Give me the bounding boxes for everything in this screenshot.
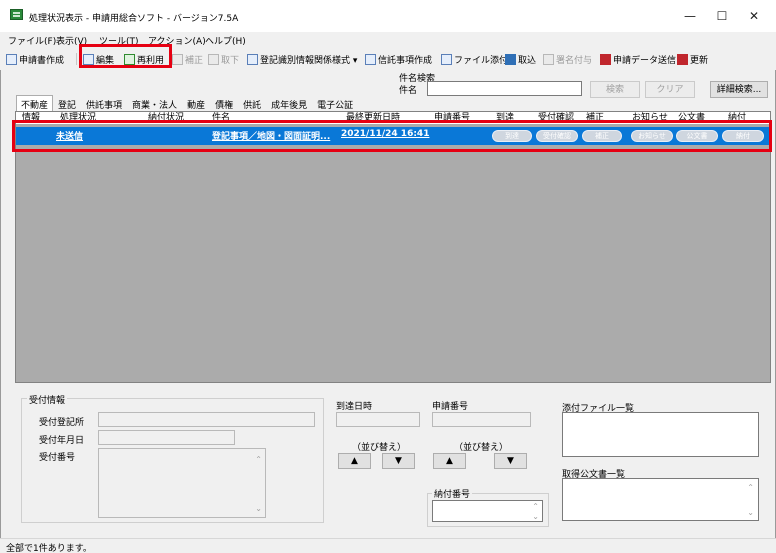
scroll-down-icon[interactable]: ⌄ (255, 504, 262, 513)
status-text: 全部で1件あります。 (6, 544, 92, 553)
sign-icon (543, 53, 554, 65)
document-icon (6, 53, 17, 65)
registration-icon (247, 53, 258, 65)
send-icon (600, 53, 611, 65)
close-button[interactable]: ✕ (740, 6, 768, 26)
send-data-button[interactable]: 申請データ送信 (600, 51, 676, 67)
highlight-edit-reuse (79, 44, 172, 68)
arrival-date-field[interactable] (336, 412, 420, 427)
tab-receivables[interactable]: 債権 (210, 95, 238, 111)
tab-deposit-items[interactable]: 供託事項 (81, 95, 127, 111)
arrival-date-title: 到達日時 (336, 402, 373, 412)
attach-icon (441, 53, 452, 65)
search-button[interactable]: 検索 (590, 81, 640, 98)
refresh-button[interactable]: 更新 (677, 51, 708, 67)
menu-help[interactable]: ヘルプ(H) (205, 34, 246, 47)
documents-scroll-up-icon[interactable]: ⌃ (747, 483, 754, 492)
category-tabs: 不動産 登記 供託事項 商業・法人 動産 債権 供託 成年後見 電子公証 (16, 95, 358, 111)
correct-button[interactable]: 補正 (172, 51, 203, 67)
tab-registration[interactable]: 登記 (53, 95, 81, 111)
reception-number-label: 受付番号 (39, 453, 76, 463)
payment-number-title: 納付番号 (432, 487, 473, 500)
reception-date-field[interactable] (98, 430, 235, 445)
window-title: 処理状況表示 - 申請用総合ソフト - バージョン7.5A (29, 14, 239, 24)
minimize-button[interactable]: — (676, 6, 704, 26)
app-number-sort-down-button[interactable]: ▼ (494, 453, 527, 469)
app-number-title: 申請番号 (432, 402, 469, 412)
trust-icon (365, 53, 376, 65)
reception-office-label: 受付登記所 (39, 418, 85, 428)
attachments-list[interactable] (562, 412, 759, 457)
tab-guardianship[interactable]: 成年後見 (266, 95, 312, 111)
app-icon (10, 9, 23, 20)
refresh-icon (677, 53, 688, 65)
arrival-sort-up-button[interactable]: ▲ (338, 453, 371, 469)
registration-info-dropdown[interactable]: 登記識別情報関係様式 ▾ (247, 51, 357, 67)
search-field-label: 件名 (399, 86, 418, 96)
tab-deposit[interactable]: 供託 (238, 95, 266, 111)
import-icon (505, 53, 516, 65)
reception-number-field[interactable]: ⌃ ⌄ (98, 448, 266, 518)
app-number-sort-label: （並び替え） (454, 443, 509, 453)
clear-button[interactable]: クリア (645, 81, 695, 98)
title-bar: 処理状況表示 - 申請用総合ソフト - バージョン7.5A — ☐ ✕ (0, 0, 776, 32)
highlight-row (12, 120, 772, 152)
documents-list[interactable]: ⌃ ⌄ (562, 478, 759, 521)
create-application-button[interactable]: 申請書作成 (6, 51, 64, 67)
tab-commercial[interactable]: 商業・法人 (127, 95, 182, 111)
correct-icon (172, 53, 183, 65)
arrival-sort-down-button[interactable]: ▼ (382, 453, 415, 469)
withdraw-button[interactable]: 取下 (208, 51, 239, 67)
reception-office-field[interactable] (98, 412, 315, 427)
scroll-up-icon[interactable]: ⌃ (255, 455, 262, 464)
reception-info-title: 受付情報 (27, 393, 68, 406)
attach-file-button[interactable]: ファイル添付 (441, 51, 508, 67)
payment-number-field[interactable]: ⌃ ⌄ (432, 500, 543, 522)
app-number-sort-up-button[interactable]: ▲ (433, 453, 466, 469)
status-bar: 全部で1件あります。 (0, 538, 776, 553)
menu-file[interactable]: ファイル(F) (8, 34, 56, 47)
maximize-button[interactable]: ☐ (708, 6, 736, 26)
sign-button[interactable]: 署名付与 (543, 51, 592, 67)
payment-scroll-down-icon[interactable]: ⌄ (532, 512, 539, 521)
arrival-sort-label: （並び替え） (352, 443, 407, 453)
detail-search-button[interactable]: 詳細検索... (710, 81, 768, 98)
documents-scroll-down-icon[interactable]: ⌄ (747, 508, 754, 517)
tab-movables[interactable]: 動産 (182, 95, 210, 111)
payment-scroll-up-icon[interactable]: ⌃ (532, 502, 539, 511)
trust-items-button[interactable]: 信託事項作成 (365, 51, 432, 67)
app-number-field[interactable] (432, 412, 531, 427)
tab-real-estate[interactable]: 不動産 (16, 95, 54, 111)
subject-search-input[interactable] (427, 81, 582, 96)
tab-notary[interactable]: 電子公証 (312, 95, 358, 111)
import-button[interactable]: 取込 (505, 51, 536, 67)
withdraw-icon (208, 53, 219, 65)
reception-date-label: 受付年月日 (39, 436, 85, 446)
toolbar-separator (76, 53, 77, 65)
